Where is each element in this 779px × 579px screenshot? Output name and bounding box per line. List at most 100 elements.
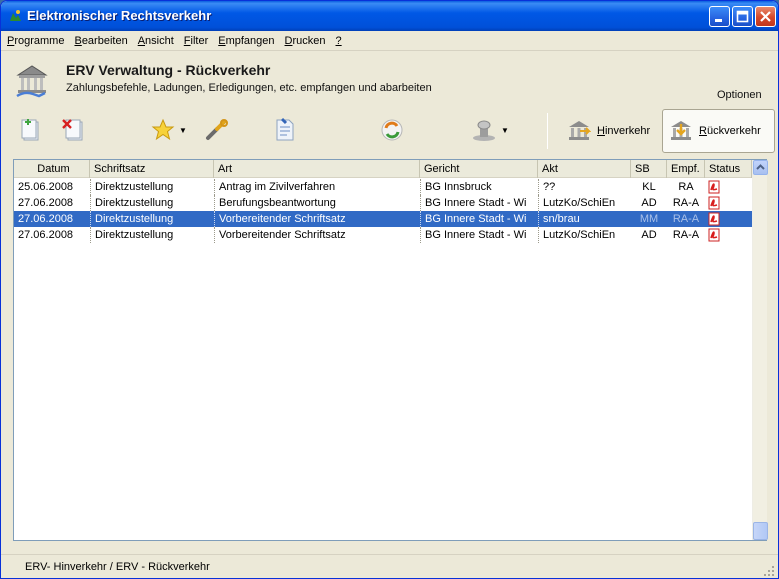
col-sb-header[interactable]: SB <box>631 160 667 178</box>
menu-label: mpfangen <box>225 34 275 47</box>
resize-grip-icon[interactable] <box>763 565 775 577</box>
cell-akt: LutzKo/SchiEn <box>538 227 631 243</box>
menu-mnemonic: B <box>74 34 82 47</box>
options-link[interactable]: Optionen <box>717 89 762 101</box>
app-window: Elektronischer Rechtsverkehr Programme Be… <box>0 0 779 579</box>
wrench-icon <box>206 119 228 140</box>
refresh-button[interactable] <box>379 115 405 145</box>
cell-schriftsatz: Direktzustellung <box>90 227 214 243</box>
tools-button[interactable] <box>205 115 229 145</box>
page-subtitle: Zahlungsbefehle, Ladungen, Erledigungen,… <box>66 82 432 94</box>
title-bar[interactable]: Elektronischer Rechtsverkehr <box>1 1 778 31</box>
hinverkehr-button[interactable]: Hinverkehr <box>561 109 657 153</box>
menu-item[interactable]: Programme <box>5 34 66 48</box>
cell-schriftsatz: Direktzustellung <box>90 195 214 211</box>
pdf-icon[interactable] <box>708 196 720 210</box>
cell-sb: AD <box>641 197 657 209</box>
toolbar: ▼ ▼ Hinverkehr Rückverkehr <box>1 105 778 157</box>
menu-item[interactable]: Ansicht <box>136 34 176 48</box>
menu-bar: Programme Bearbeiten Ansicht Filter Empfange… <box>1 31 778 51</box>
menu-mnemonic: A <box>137 34 146 47</box>
cell-datum: 25.06.2008 <box>18 181 74 193</box>
new-document-button[interactable] <box>19 115 41 145</box>
cell-empf: RA-A <box>672 213 700 225</box>
cell-sb: MM <box>639 213 659 225</box>
col-akt-header[interactable]: Akt <box>538 160 631 178</box>
new-document-icon <box>21 119 39 141</box>
cell-sb: KL <box>642 181 656 193</box>
menu-item[interactable]: Drucken <box>283 34 328 48</box>
cell-sb: AD <box>641 229 657 241</box>
cell-akt: sn/brau <box>538 211 631 227</box>
cell-art: Vorbereitender Schriftsatz <box>214 227 420 243</box>
status-bar: ERV- Hinverkehr / ERV - Rückverkehr <box>1 554 778 578</box>
star-icon <box>151 118 175 141</box>
col-status-header[interactable]: Status <box>705 160 752 178</box>
menu-label: nsicht <box>145 34 174 47</box>
document-properties-button[interactable] <box>273 115 297 145</box>
toolbar-separator <box>547 113 548 149</box>
col-gericht-header[interactable]: Gericht <box>420 160 538 178</box>
menu-mnemonic: ? <box>335 34 342 47</box>
pdf-icon[interactable] <box>708 228 720 242</box>
cell-gericht: BG Innsbruck <box>420 179 538 195</box>
cell-gericht: BG Innere Stadt - Wi <box>420 227 538 243</box>
chevron-down-icon: ▼ <box>179 125 187 135</box>
pdf-icon[interactable] <box>708 180 720 194</box>
rueckverkehr-button[interactable]: Rückverkehr <box>662 109 775 153</box>
list-row[interactable]: 25.06.2008 Direktzustellung Antrag im Zivi… <box>14 179 752 195</box>
rueckverkehr-label: Rückverkehr <box>699 125 761 137</box>
cell-schriftsatz: Direktzustellung <box>90 179 214 195</box>
pdf-icon[interactable] <box>708 212 720 226</box>
col-art-header[interactable]: Art <box>214 160 420 178</box>
chevron-down-icon: ▼ <box>501 125 509 135</box>
list-header: Datum Schriftsatz Art Gericht Akt SB Empf. Stat… <box>14 160 752 178</box>
window-title: Elektronischer Rechtsverkehr <box>27 8 212 23</box>
scroll-thumb[interactable] <box>753 522 768 540</box>
col-empf-header[interactable]: Empf. <box>667 160 705 178</box>
menu-item[interactable]: Empfangen <box>216 34 276 48</box>
cell-gericht: BG Innere Stadt - Wi <box>420 195 538 211</box>
list-row[interactable]: 27.06.2008 Direktzustellung Vorbereitender… <box>14 211 752 227</box>
refresh-icon <box>381 119 403 141</box>
delete-document-icon <box>62 119 83 141</box>
col-datum-header[interactable]: Datum <box>14 160 90 178</box>
list-row[interactable]: 27.06.2008 Direktzustellung Vorbereitender… <box>14 227 752 243</box>
vertical-scrollbar[interactable] <box>752 160 768 540</box>
stamp-icon <box>473 120 495 141</box>
close-button[interactable] <box>755 6 776 27</box>
page-header: ERV Verwaltung - Rückverkehr Zahlungsbef… <box>1 52 778 104</box>
menu-item[interactable]: Filter <box>182 34 210 48</box>
cell-akt: ?? <box>538 179 631 195</box>
menu-label: rogramme <box>14 34 65 47</box>
cell-art: Antrag im Zivilverfahren <box>214 179 420 195</box>
col-schriftsatz-header[interactable]: Schriftsatz <box>90 160 214 178</box>
courthouse-icon <box>16 65 48 98</box>
close-icon <box>760 11 771 22</box>
cell-empf: RA-A <box>672 229 700 241</box>
cell-datum: 27.06.2008 <box>18 213 74 225</box>
minimize-button[interactable] <box>709 6 730 27</box>
minimize-icon <box>715 19 722 22</box>
chevron-up-icon <box>756 164 765 170</box>
menu-item[interactable]: ? <box>334 34 344 48</box>
delete-document-button[interactable] <box>61 115 85 145</box>
cell-datum: 27.06.2008 <box>18 197 74 209</box>
cell-akt: LutzKo/SchiEn <box>538 195 631 211</box>
scroll-up-button[interactable] <box>753 160 768 175</box>
stamp-button[interactable]: ▼ <box>471 115 509 145</box>
document-list[interactable]: Datum Schriftsatz Art Gericht Akt SB Empf. Stat… <box>13 159 768 541</box>
app-icon <box>10 10 21 21</box>
list-row[interactable]: 27.06.2008 Direktzustellung Berufungsbeant… <box>14 195 752 211</box>
courthouse-icon <box>671 121 691 140</box>
status-text: ERV- Hinverkehr / ERV - Rückverkehr <box>25 561 210 573</box>
menu-label: earbeiten <box>81 34 128 47</box>
maximize-button[interactable] <box>732 6 753 27</box>
menu-label: rucken <box>292 34 326 47</box>
courthouse-icon <box>569 121 591 140</box>
cell-art: Berufungsbeantwortung <box>214 195 420 211</box>
menu-item[interactable]: Bearbeiten <box>72 34 129 48</box>
cell-schriftsatz: Direktzustellung <box>90 211 214 227</box>
cell-gericht: BG Innere Stadt - Wi <box>420 211 538 227</box>
favorites-button[interactable]: ▼ <box>151 115 187 145</box>
